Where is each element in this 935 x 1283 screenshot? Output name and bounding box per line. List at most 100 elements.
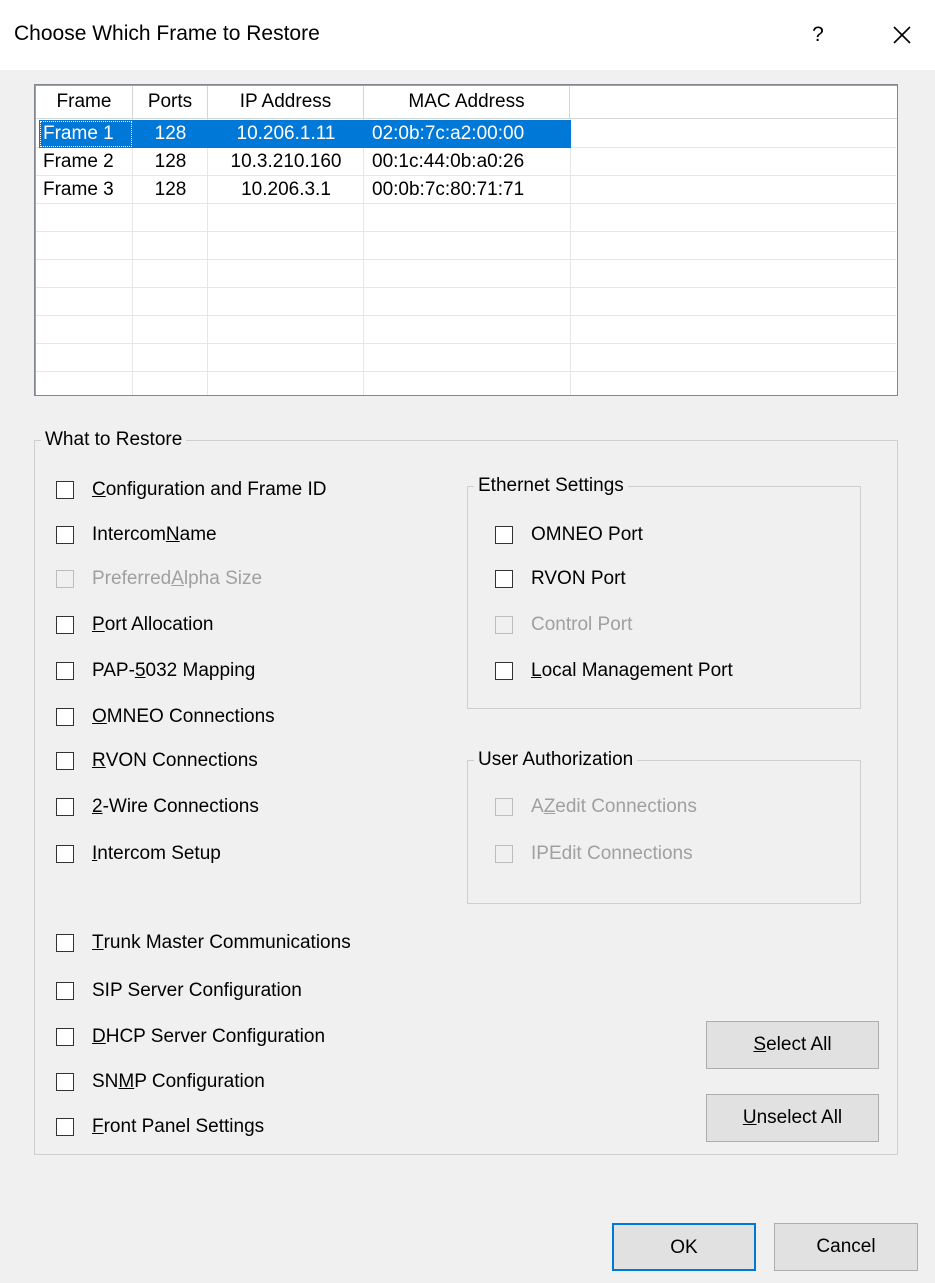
local-management-port-checkbox[interactable]: Local Management Port	[495, 657, 733, 685]
label-part: OMNEO Port	[531, 524, 643, 545]
select-all-button[interactable]: Select All	[706, 1021, 879, 1069]
checkbox-box[interactable]	[56, 1073, 74, 1091]
mnemonic: N	[165, 524, 180, 545]
2-wire-connections-checkbox[interactable]: 2 -Wire Connections	[56, 793, 259, 821]
mnemonic: L	[531, 660, 542, 681]
ports-cell: 128	[154, 179, 187, 200]
trunk-master-communications-checkbox[interactable]: Trunk Master Communications	[56, 929, 378, 957]
mnemonic: S	[753, 1034, 767, 1055]
label-part: HCP Server Configuration	[105, 1026, 326, 1047]
mnemonic: O	[92, 706, 107, 727]
label-part: SN	[92, 1071, 119, 1092]
checkbox-box[interactable]	[56, 798, 74, 816]
grid-line	[36, 287, 896, 288]
restore-frame-dialog: Choose Which Frame to Restore ? Frame Po…	[0, 0, 935, 1283]
azedit-connections-checkbox: A Zedit Connections	[495, 793, 697, 821]
checkbox-box	[495, 616, 513, 634]
checkbox-box[interactable]	[56, 1028, 74, 1046]
label-part: elect All	[766, 1034, 832, 1055]
column-header-frame[interactable]: Frame	[36, 86, 133, 118]
label-part: A	[531, 796, 544, 817]
column-header-ip-address[interactable]: IP Address	[208, 86, 364, 118]
ports-cell: 128	[133, 120, 208, 148]
checkbox-box[interactable]	[56, 845, 74, 863]
label-part: onfiguration and Frame ID	[105, 479, 327, 500]
checkbox-box[interactable]	[56, 1118, 74, 1136]
checkbox-box[interactable]	[56, 526, 74, 544]
checkbox-box	[495, 798, 513, 816]
checkbox-box[interactable]	[56, 752, 74, 770]
label-part: P Configuration	[134, 1071, 265, 1092]
label-part: PAP-	[92, 660, 135, 681]
mnemonic: R	[92, 750, 106, 771]
label-part: -Wire Connections	[102, 796, 259, 817]
frames-list[interactable]: Frame Ports IP Address MAC Address Frame…	[34, 84, 898, 396]
close-button[interactable]	[880, 14, 924, 56]
user-authorization-group: User Authorization	[467, 748, 861, 904]
pap-5032-mapping-checkbox[interactable]: PAP- 5 032 Mapping	[56, 657, 255, 685]
mac-address-cell: 00:1c:44:0b:a0:26	[372, 151, 525, 172]
intercom-name-checkbox[interactable]: Intercom Name	[56, 521, 217, 549]
sip-server-configuration-checkbox[interactable]: SIP Server Configuration	[56, 977, 302, 1005]
column-header-ports[interactable]: Ports	[133, 86, 208, 118]
label-part: RVON Port	[531, 568, 626, 589]
snmp-configuration-checkbox[interactable]: SN M P Configuration	[56, 1068, 265, 1096]
mac-address-cell: 00:0b:7c:80:71:71	[372, 179, 525, 200]
intercom-setup-checkbox[interactable]: Intercom Setup	[56, 840, 221, 868]
what-to-restore-label: What to Restore	[41, 428, 187, 452]
port-allocation-checkbox[interactable]: Port Allocation	[56, 611, 213, 639]
frame-cell: Frame 1	[39, 120, 133, 148]
label-part: nselect All	[756, 1107, 843, 1128]
configuration-and-frame-id-checkbox[interactable]: Configuration and Frame ID	[56, 476, 326, 504]
mnemonic: A	[171, 568, 184, 589]
front-panel-settings-checkbox[interactable]: Front Panel Settings	[56, 1113, 264, 1141]
mnemonic: C	[92, 479, 106, 500]
label-part: Preferred	[92, 568, 172, 589]
label-part: ocal Management Port	[541, 660, 733, 681]
checkbox-box	[495, 845, 513, 863]
omneo-connections-checkbox[interactable]: O MNEO Connections	[56, 703, 275, 731]
ipedit-connections-checkbox: IPEdit Connections	[495, 840, 693, 868]
checkbox-box[interactable]	[56, 708, 74, 726]
label-part: ront Panel Settings	[103, 1116, 265, 1137]
ok-button[interactable]: OK	[612, 1223, 756, 1271]
checkbox-box[interactable]	[495, 526, 513, 544]
checkbox-box[interactable]	[56, 934, 74, 952]
column-header-mac-address[interactable]: MAC Address	[364, 86, 570, 118]
preferred-alpha-size-checkbox: Preferred Alpha Size	[56, 565, 262, 593]
mnemonic: D	[92, 1026, 106, 1047]
grid-line	[36, 371, 896, 372]
rvon-port-checkbox[interactable]: RVON Port	[495, 565, 626, 593]
label-part: MNEO Connections	[106, 706, 275, 727]
cancel-button[interactable]: Cancel	[774, 1223, 918, 1271]
grid-line	[36, 315, 896, 316]
frame-cell: Frame 3	[43, 179, 114, 200]
frames-list-header: Frame Ports IP Address MAC Address	[36, 86, 897, 119]
label-part: 032 Mapping	[145, 660, 256, 681]
omneo-port-checkbox[interactable]: OMNEO Port	[495, 521, 643, 549]
window-title: Choose Which Frame to Restore	[14, 22, 320, 45]
mnemonic: 5	[134, 660, 146, 681]
label-part: Intercom	[92, 524, 166, 545]
checkbox-box[interactable]	[56, 616, 74, 634]
user-authorization-label: User Authorization	[474, 748, 638, 772]
checkbox-box[interactable]	[56, 481, 74, 499]
checkbox-box[interactable]	[56, 982, 74, 1000]
title-bar: Choose Which Frame to Restore ?	[0, 0, 935, 70]
mnemonic: P	[92, 614, 105, 635]
help-button[interactable]: ?	[800, 14, 836, 56]
checkbox-box[interactable]	[495, 662, 513, 680]
ip-address-cell: 10.206.3.1	[241, 179, 331, 200]
dhcp-server-configuration-checkbox[interactable]: D HCP Server Configuration	[56, 1023, 325, 1051]
label-part: SIP Server Configuration	[92, 980, 302, 1001]
rvon-connections-checkbox[interactable]: R VON Connections	[56, 747, 258, 775]
checkbox-box[interactable]	[56, 662, 74, 680]
label-part: ntercom Setup	[97, 843, 221, 864]
label-part: lpha Size	[183, 568, 263, 589]
ip-address-cell: 10.206.1.11	[208, 120, 364, 148]
label-part: ort Allocation	[104, 614, 214, 635]
unselect-all-button[interactable]: Unselect All	[706, 1094, 879, 1142]
mnemonic: Z	[543, 796, 556, 817]
mnemonic: U	[742, 1107, 757, 1128]
checkbox-box[interactable]	[495, 570, 513, 588]
